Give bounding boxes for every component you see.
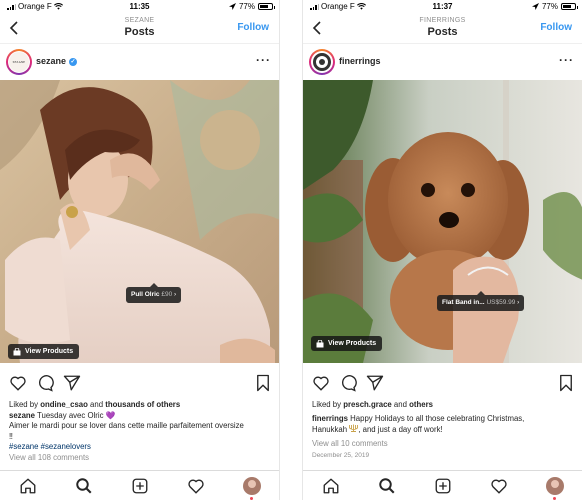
heart-icon[interactable] <box>9 374 27 392</box>
liked-by: Liked by ondine_csao and thousands of ot… <box>9 400 271 411</box>
activity-heart-icon[interactable] <box>490 477 508 495</box>
view-comments-link[interactable]: View all 10 comments <box>312 439 574 450</box>
shopping-bag-icon <box>13 347 21 355</box>
caption-username[interactable]: finerrings <box>312 414 348 423</box>
nav-header: SEZANE Posts Follow <box>0 14 279 44</box>
battery-percent: 77% <box>541 2 558 11</box>
username-text[interactable]: sezane <box>36 56 66 66</box>
comment-icon[interactable] <box>36 374 54 392</box>
phone-left: Orange F 11:35 77% SEZANE Posts Follow S… <box>0 0 280 500</box>
caption: finerrings Happy Holidays to all those c… <box>312 414 574 425</box>
view-products-button[interactable]: View Products <box>311 336 383 351</box>
follow-button[interactable]: Follow <box>540 22 572 33</box>
home-icon[interactable] <box>322 477 340 495</box>
caption-line2: Hanukkah , and just a day off work! <box>312 424 574 436</box>
caption-line2-start: Hanukkah <box>312 425 350 434</box>
post-actions <box>303 374 582 396</box>
avatar[interactable] <box>309 49 335 75</box>
product-tag-price: £90 <box>161 291 173 298</box>
status-bar: Orange F 11:35 77% <box>0 0 279 14</box>
heart-icon[interactable] <box>312 374 330 392</box>
product-tag-name: Pull Olric <box>131 291 160 298</box>
liked-by-prefix: Liked by <box>312 400 344 409</box>
product-tag[interactable]: Pull Olric £90 › <box>126 283 182 303</box>
caption: sezane Tuesday avec Olric 💜 <box>9 411 271 422</box>
home-icon[interactable] <box>19 477 37 495</box>
share-icon[interactable] <box>366 374 384 392</box>
view-comments-link[interactable]: View all 108 comments <box>9 453 271 464</box>
follow-button[interactable]: Follow <box>237 22 269 33</box>
liked-by-rest[interactable]: thousands of others <box>105 400 180 409</box>
post-meta: Liked by ondine_csao and thousands of ot… <box>9 400 271 463</box>
shopping-bag-icon <box>316 339 324 347</box>
bookmark-icon[interactable] <box>557 374 575 392</box>
post-username[interactable]: sezane ✓ <box>36 56 78 66</box>
activity-heart-icon[interactable] <box>187 477 205 495</box>
post-date: December 25, 2019 <box>312 452 370 459</box>
nav-header: FINERRINGS Posts Follow <box>303 14 582 44</box>
verified-icon: ✓ <box>69 58 78 66</box>
tag-chevron-icon: › <box>174 291 177 298</box>
location-icon <box>228 2 236 10</box>
battery-icon <box>258 3 275 10</box>
battery-icon <box>561 3 578 10</box>
caption-line1: Happy Holidays to all those celebrating … <box>347 413 525 423</box>
post-header: finerrings ··· <box>303 45 582 79</box>
avatar[interactable]: SEZANE <box>6 49 32 75</box>
view-products-button[interactable]: View Products <box>8 344 80 359</box>
product-tag-name: Flat Band in... <box>442 299 485 306</box>
post-photo[interactable]: Flat Band in... US$59.99 › View Products <box>303 80 582 363</box>
status-right: 77% <box>531 2 578 11</box>
caption-line2: Aimer le mardi pour se lover dans cette … <box>9 421 244 430</box>
more-options-icon[interactable]: ··· <box>256 53 271 67</box>
liked-by-rest[interactable]: others <box>409 400 433 409</box>
post-image <box>0 80 279 363</box>
bookmark-icon[interactable] <box>254 374 272 392</box>
post-header: SEZANE sezane ✓ ··· <box>0 45 279 79</box>
tab-bar <box>303 470 582 500</box>
add-post-icon[interactable] <box>131 477 149 495</box>
view-products-label: View Products <box>25 348 74 355</box>
more-options-icon[interactable]: ··· <box>559 53 574 67</box>
profile-avatar[interactable] <box>546 477 564 495</box>
caption-username[interactable]: sezane <box>9 411 35 420</box>
caption-line1: Tuesday avec Olric 💜 <box>35 410 116 420</box>
battery-percent: 77% <box>238 2 255 11</box>
share-icon[interactable] <box>63 374 81 392</box>
tab-bar <box>0 470 279 500</box>
menorah-emoji-icon <box>349 424 359 432</box>
search-icon[interactable] <box>378 477 396 495</box>
post-actions <box>0 374 279 396</box>
caption-line3: ‼ <box>9 431 13 441</box>
post-meta: Liked by presch.grace and others finerri… <box>312 400 574 462</box>
product-tag[interactable]: Flat Band in... US$59.99 › <box>437 291 525 311</box>
caption-line2-rest: , and just a day off work! <box>358 425 443 434</box>
liked-by-user[interactable]: presch.grace <box>343 400 392 409</box>
tag-chevron-icon: › <box>517 299 520 306</box>
liked-by: Liked by presch.grace and others <box>312 400 574 411</box>
liked-by-and: and <box>391 400 410 409</box>
post-photo[interactable]: Pull Olric £90 › View Products <box>0 80 279 363</box>
hashtags[interactable]: #sezane #sezanelovers <box>9 442 271 453</box>
location-icon <box>531 2 539 10</box>
post-username[interactable]: finerrings <box>339 56 381 66</box>
status-right: 77% <box>228 2 275 11</box>
avatar-logo: SEZANE <box>9 52 29 72</box>
comment-icon[interactable] <box>339 374 357 392</box>
username-text[interactable]: finerrings <box>339 56 381 66</box>
status-bar: Orange F 11:37 77% <box>303 0 582 14</box>
liked-by-and: and <box>87 400 106 409</box>
search-icon[interactable] <box>75 477 93 495</box>
add-post-icon[interactable] <box>434 477 452 495</box>
profile-avatar[interactable] <box>243 477 261 495</box>
view-products-label: View Products <box>328 340 377 347</box>
ring-logo-icon <box>313 53 331 71</box>
phone-right: Orange F 11:37 77% FINERRINGS Posts Foll… <box>302 0 582 500</box>
liked-by-user[interactable]: ondine_csao <box>40 400 88 409</box>
product-tag-price: US$59.99 <box>486 299 516 306</box>
post-image <box>303 80 582 363</box>
liked-by-prefix: Liked by <box>9 400 41 409</box>
